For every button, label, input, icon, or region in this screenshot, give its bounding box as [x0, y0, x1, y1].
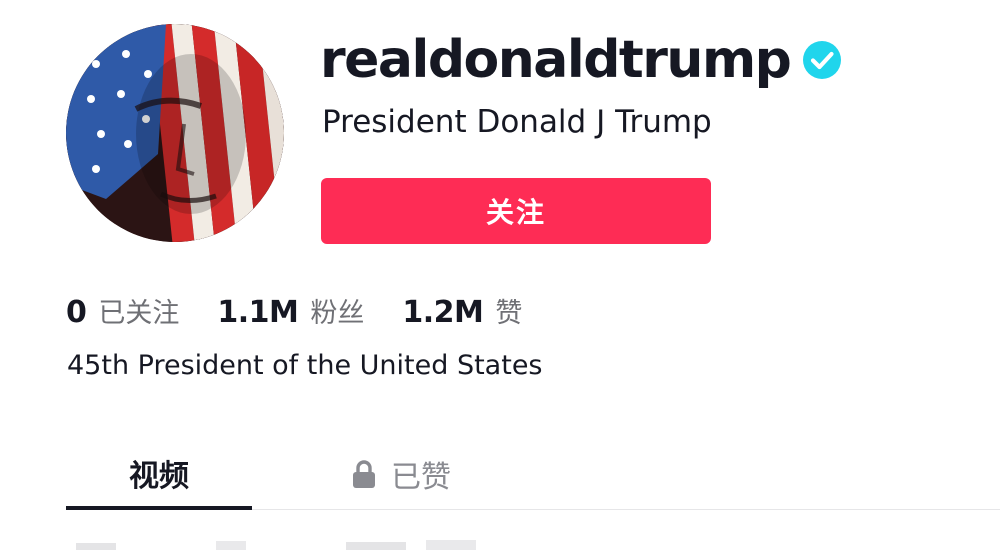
profile-stats: 0 已关注 1.1M 粉丝 1.2M 赞: [66, 288, 560, 332]
stat-followers[interactable]: 1.1M 粉丝: [217, 291, 364, 330]
follow-button[interactable]: 关注: [321, 178, 711, 244]
verified-badge-icon: [802, 40, 842, 80]
stat-value: 0: [66, 294, 87, 330]
avatar-image: [66, 24, 284, 242]
username-row: realdonaldtrump: [320, 22, 842, 98]
tab-label: 已赞: [391, 460, 451, 495]
lock-icon: [351, 459, 377, 489]
bio: 45th President of the United States: [67, 350, 543, 381]
stat-label: 粉丝: [310, 297, 365, 329]
stat-label: 赞: [495, 297, 523, 329]
content-grid-peek: [66, 536, 1000, 550]
content-grid-peek-graphic: [76, 540, 476, 550]
stat-likes: 1.2M 赞: [402, 291, 522, 330]
tab-liked[interactable]: 已赞: [316, 440, 486, 508]
stat-value: 1.1M: [217, 294, 299, 330]
tab-label: 视频: [129, 459, 189, 494]
display-name: President Donald J Trump: [322, 104, 712, 140]
stat-value: 1.2M: [402, 294, 484, 330]
avatar[interactable]: [66, 24, 284, 242]
stat-label: 已关注: [98, 297, 180, 329]
stat-following[interactable]: 0 已关注: [66, 291, 179, 330]
profile-tabs: 视频 已赞: [66, 440, 1000, 510]
username: realdonaldtrump: [320, 30, 792, 90]
tab-videos[interactable]: 视频: [66, 440, 252, 510]
